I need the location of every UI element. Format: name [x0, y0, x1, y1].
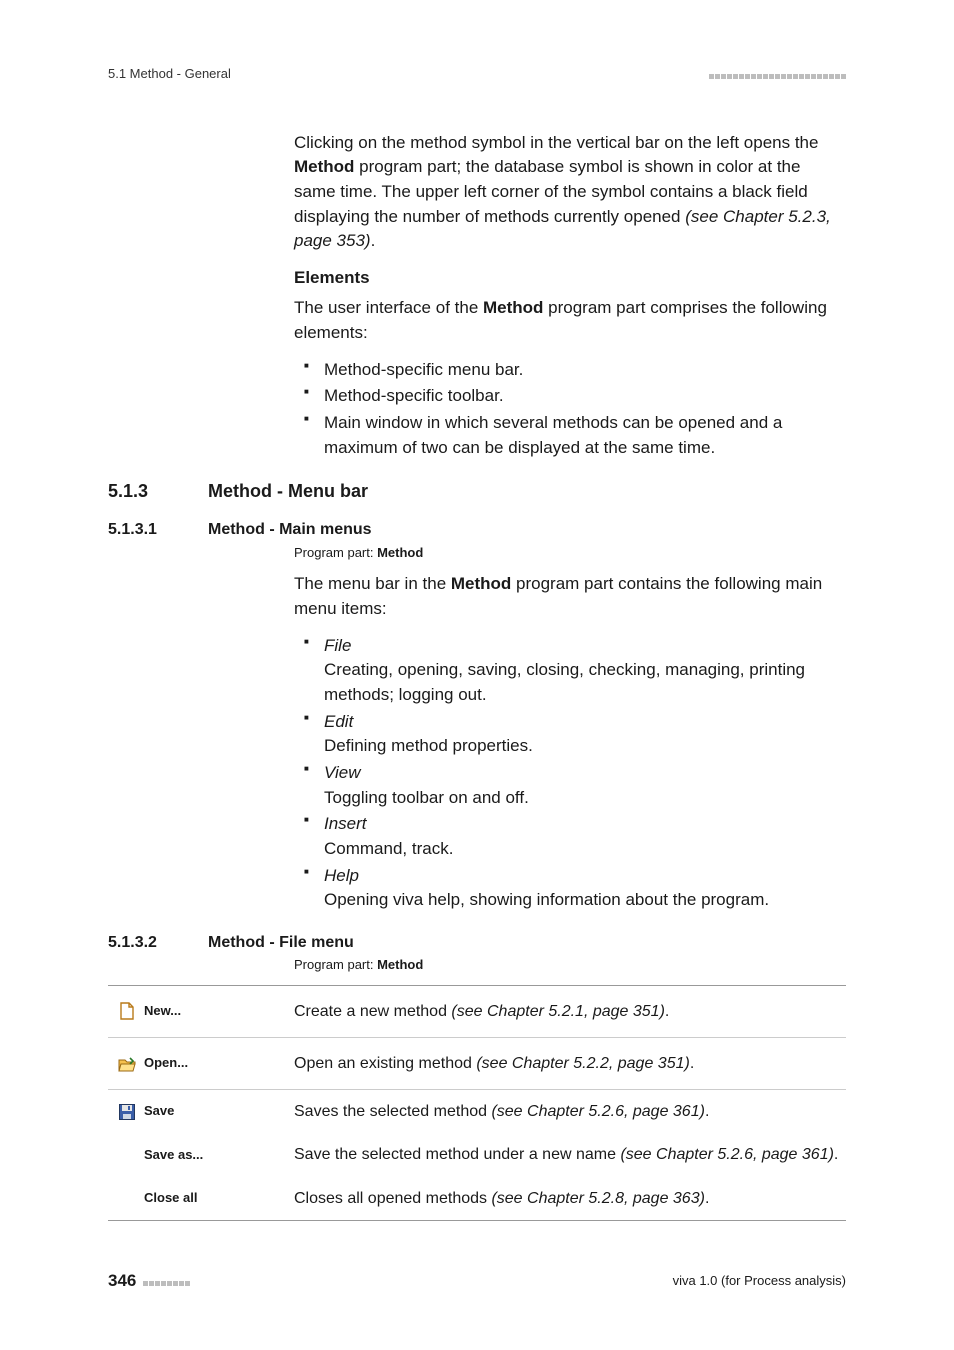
save-disk-icon	[118, 1103, 136, 1121]
menu-item-desc: Open an existing method (see Chapter 5.2…	[294, 1052, 846, 1075]
elements-list: Method-specific menu bar. Method-specifi…	[294, 358, 846, 461]
elements-heading: Elements	[294, 266, 846, 291]
menu-item-desc: Saves the selected method (see Chapter 5…	[294, 1100, 846, 1123]
menu-item-desc: Save the selected method under a new nam…	[294, 1143, 846, 1166]
list-item: Main window in which several methods can…	[294, 411, 846, 460]
menu-item-label: Save as...	[144, 1146, 203, 1165]
running-header-left: 5.1 Method - General	[108, 65, 231, 84]
list-item: FileCreating, opening, saving, closing, …	[294, 634, 846, 708]
section-5-1-3-1-heading: 5.1.3.1 Method - Main menus	[108, 518, 846, 541]
open-folder-icon	[118, 1055, 136, 1073]
menu-item-desc: Create a new method (see Chapter 5.2.1, …	[294, 1000, 846, 1023]
header-dots-decoration	[708, 62, 846, 87]
new-file-icon	[118, 1002, 136, 1020]
table-row: Close all Closes all opened methods (see…	[108, 1177, 846, 1220]
section-5-1-3-2-heading: 5.1.3.2 Method - File menu	[108, 931, 846, 954]
menubar-lead: The menu bar in the Method program part …	[294, 572, 846, 621]
footer-dots-decoration	[142, 1269, 190, 1294]
list-item: EditDefining method properties.	[294, 710, 846, 759]
menu-item-label: Save	[144, 1102, 174, 1121]
table-row: Save Saves the selected method (see Chap…	[108, 1090, 846, 1133]
list-item: Method-specific toolbar.	[294, 384, 846, 409]
menu-item-label: New...	[144, 1002, 181, 1021]
list-item: HelpOpening viva help, showing informati…	[294, 864, 846, 913]
file-menu-table: New... Create a new method (see Chapter …	[108, 985, 846, 1221]
list-item: InsertCommand, track.	[294, 812, 846, 861]
elements-lead: The user interface of the Method program…	[294, 296, 846, 345]
program-part-label: Program part: Method	[294, 956, 846, 975]
table-row: Open... Open an existing method (see Cha…	[108, 1038, 846, 1090]
list-item: ViewToggling toolbar on and off.	[294, 761, 846, 810]
intro-paragraph: Clicking on the method symbol in the ver…	[294, 131, 846, 254]
main-menus-list: FileCreating, opening, saving, closing, …	[294, 634, 846, 913]
program-part-label: Program part: Method	[294, 544, 846, 563]
table-row: New... Create a new method (see Chapter …	[108, 986, 846, 1038]
section-5-1-3-heading: 5.1.3 Method - Menu bar	[108, 478, 846, 504]
footer-right-text: viva 1.0 (for Process analysis)	[673, 1272, 846, 1291]
list-item: Method-specific menu bar.	[294, 358, 846, 383]
table-row: Save as... Save the selected method unde…	[108, 1133, 846, 1176]
menu-item-desc: Closes all opened methods (see Chapter 5…	[294, 1187, 846, 1210]
menu-item-label: Close all	[144, 1189, 197, 1208]
page-number: 346	[108, 1269, 136, 1294]
menu-item-label: Open...	[144, 1054, 188, 1073]
